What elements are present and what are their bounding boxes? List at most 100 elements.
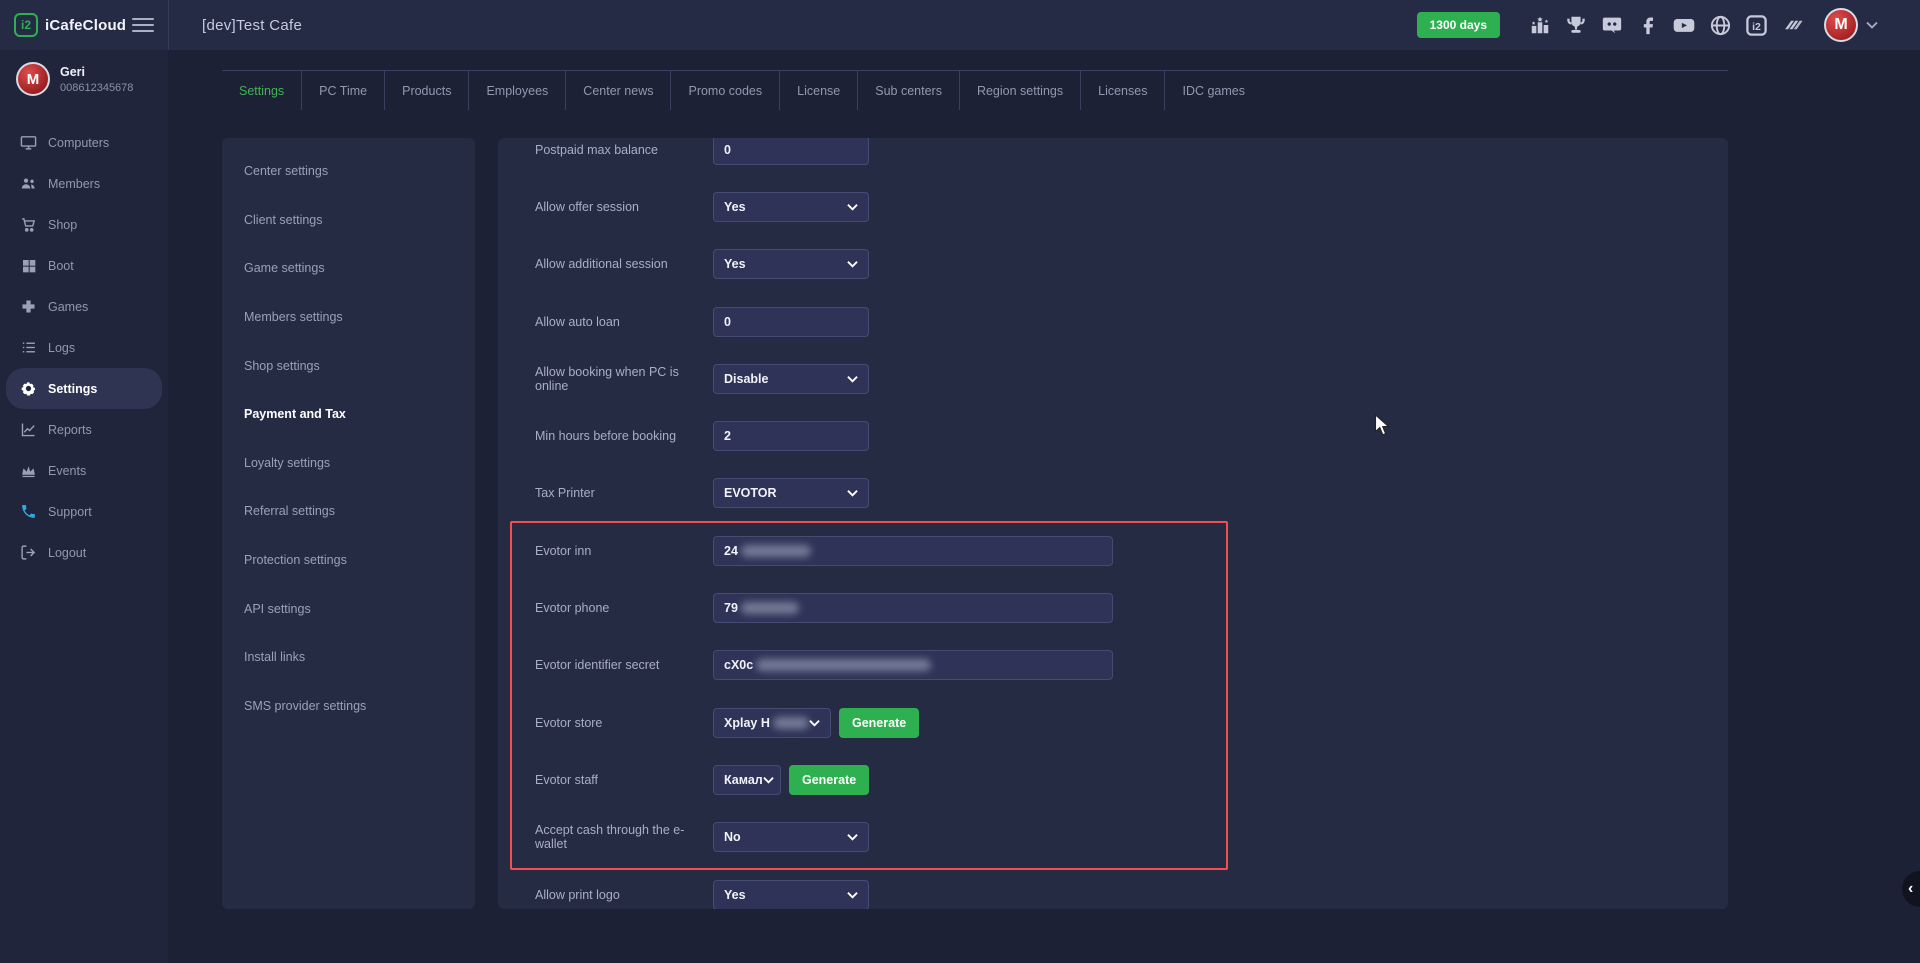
tab-settings[interactable]: Settings <box>222 71 301 110</box>
chevron-down-icon[interactable] <box>1866 16 1878 34</box>
form-row-evotor-staff: Evotor staffКамалGenerate <box>498 751 1728 808</box>
tab-center-news[interactable]: Center news <box>565 71 670 110</box>
evotor-staff-generate-button[interactable]: Generate <box>789 765 869 795</box>
submenu-item-loyalty-settings[interactable]: Loyalty settings <box>222 439 475 488</box>
postpaid-max-balance-input[interactable]: 0 <box>713 138 869 165</box>
min-hours-before-booking-input[interactable]: 2 <box>713 421 869 451</box>
facebook-icon[interactable] <box>1636 13 1660 37</box>
field-value: 79 <box>724 601 738 615</box>
submenu-item-referral-settings[interactable]: Referral settings <box>222 487 475 536</box>
days-remaining-badge[interactable]: 1300 days <box>1417 12 1500 38</box>
evotor-store-generate-button[interactable]: Generate <box>839 708 919 738</box>
sidebar-item-reports[interactable]: Reports <box>6 409 162 450</box>
sidebar-item-support[interactable]: Support <box>6 491 162 532</box>
tab-employees[interactable]: Employees <box>468 71 565 110</box>
avatar[interactable]: M <box>1824 8 1858 42</box>
submenu-item-api-settings[interactable]: API settings <box>222 584 475 633</box>
field-value: 0 <box>724 315 731 329</box>
windows-icon <box>20 257 37 274</box>
field-value: No <box>724 830 741 844</box>
evotor-phone-input[interactable]: 79 <box>713 593 1113 623</box>
settings-form-card: Postpaid max balance0 Allow offer session… <box>498 138 1728 909</box>
accept-cash-through-the-e-wallet-select[interactable]: No <box>713 822 869 852</box>
chart-icon <box>20 421 37 438</box>
tab-region-settings[interactable]: Region settings <box>959 71 1080 110</box>
evotor-inn-input[interactable]: 24 <box>713 536 1113 566</box>
sidebar-item-computers[interactable]: Computers <box>6 122 162 163</box>
sidebar-item-events[interactable]: Events <box>6 450 162 491</box>
trophy-icon[interactable] <box>1564 13 1588 37</box>
submenu-item-game-settings[interactable]: Game settings <box>222 244 475 293</box>
sidebar-item-label: Computers <box>48 136 109 150</box>
form-row-allow-print-logo: Allow print logoYes <box>498 866 1728 909</box>
submenu-item-shop-settings[interactable]: Shop settings <box>222 341 475 390</box>
form-row-evotor-identifier-secret: Evotor identifier secretcX0c <box>498 637 1728 694</box>
allow-additional-session-select[interactable]: Yes <box>713 249 869 279</box>
submenu-item-center-settings[interactable]: Center settings <box>222 147 475 196</box>
submenu-item-sms-provider-settings[interactable]: SMS provider settings <box>222 682 475 731</box>
form-row-allow-booking-when-pc-is-online: Allow booking when PC is onlineDisable <box>498 350 1728 407</box>
sidebar-item-logs[interactable]: Logs <box>6 327 162 368</box>
field-label: Allow auto loan <box>498 315 713 329</box>
sidebar-item-shop[interactable]: Shop <box>6 204 162 245</box>
submenu-item-client-settings[interactable]: Client settings <box>222 196 475 245</box>
hamburger-menu-icon[interactable] <box>132 14 154 36</box>
user-avatar: M <box>16 62 50 96</box>
brand-icon[interactable] <box>1780 13 1804 37</box>
topbar-right: 1300 days i2 M <box>1417 8 1920 42</box>
form-row-postpaid-max-balance: Postpaid max balance0 <box>498 138 1728 178</box>
form-row-evotor-phone: Evotor phone79 <box>498 579 1728 636</box>
submenu-item-payment-and-tax[interactable]: Payment and Tax <box>222 390 475 439</box>
sidebar-item-members[interactable]: Members <box>6 163 162 204</box>
podium-icon[interactable] <box>1528 13 1552 37</box>
form-row-min-hours-before-booking: Min hours before booking2 <box>498 407 1728 464</box>
field-value: 0 <box>724 143 731 157</box>
crown-icon <box>20 462 37 479</box>
tax-printer-select[interactable]: EVOTOR <box>713 478 869 508</box>
icafecloud-icon[interactable]: i2 <box>1744 13 1768 37</box>
form-row-allow-auto-loan: Allow auto loan 0 <box>498 293 1728 350</box>
edge-collapse-button[interactable]: ‹ <box>1902 871 1920 907</box>
allow-offer-session-select[interactable]: Yes <box>713 192 869 222</box>
evotor-store-select[interactable]: Xplay H <box>713 708 831 738</box>
tab-sub-centers[interactable]: Sub centers <box>857 71 959 110</box>
allow-auto-loan-input[interactable]: 0 <box>713 307 869 337</box>
field-value: cX0c <box>724 658 753 672</box>
sidebar: M Geri 008612345678 Computers Members Sh… <box>0 50 168 963</box>
field-label: Evotor store <box>498 716 713 730</box>
sidebar-item-label: Boot <box>48 259 74 273</box>
submenu-item-members-settings[interactable]: Members settings <box>222 293 475 342</box>
evotor-identifier-secret-input[interactable]: cX0c <box>713 650 1113 680</box>
tab-licenses[interactable]: Licenses <box>1080 71 1164 110</box>
globe-icon[interactable] <box>1708 13 1732 37</box>
sidebar-item-logout[interactable]: Logout <box>6 532 162 573</box>
sidebar-item-games[interactable]: Games <box>6 286 162 327</box>
gear-icon <box>20 380 37 397</box>
field-label: Min hours before booking <box>498 429 713 443</box>
sidebar-item-settings[interactable]: Settings <box>6 368 162 409</box>
form-row-evotor-inn: Evotor inn24 <box>498 522 1728 579</box>
discord-icon[interactable] <box>1600 13 1624 37</box>
user-block[interactable]: M Geri 008612345678 <box>0 50 168 106</box>
sidebar-item-boot[interactable]: Boot <box>6 245 162 286</box>
tab-pc-time[interactable]: PC Time <box>301 71 384 110</box>
evotor-staff-select[interactable]: Камал <box>713 765 781 795</box>
field-label: Allow offer session <box>498 200 713 214</box>
icafecloud-logo-icon: i2 <box>14 13 38 37</box>
field-value: Камал <box>724 773 763 787</box>
tab-promo-codes[interactable]: Promo codes <box>670 71 779 110</box>
chevron-down-icon <box>847 891 858 899</box>
phone-icon <box>20 503 37 520</box>
tab-products[interactable]: Products <box>384 71 468 110</box>
tab-license[interactable]: License <box>779 71 857 110</box>
chevron-down-icon <box>847 489 858 497</box>
field-label: Accept cash through the e-wallet <box>498 823 713 851</box>
allow-print-logo-select[interactable]: Yes <box>713 880 869 910</box>
youtube-icon[interactable] <box>1672 13 1696 37</box>
submenu-item-protection-settings[interactable]: Protection settings <box>222 536 475 585</box>
field-label: Allow booking when PC is online <box>498 365 713 393</box>
allow-booking-when-pc-is-online-select[interactable]: Disable <box>713 364 869 394</box>
user-id: 008612345678 <box>60 82 133 94</box>
tab-idc-games[interactable]: IDC games <box>1164 71 1262 110</box>
submenu-item-install-links[interactable]: Install links <box>222 633 475 682</box>
